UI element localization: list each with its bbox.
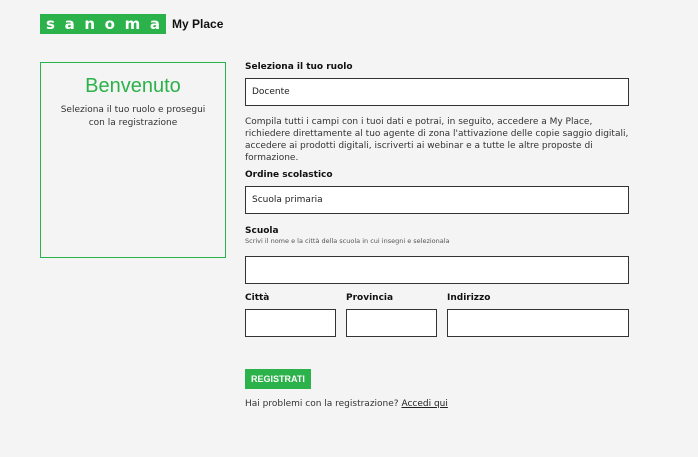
school-hint: Scrivi il nome e la città della scuola i… [245,237,450,245]
province-group: Provincia [346,293,437,337]
location-row: Città Provincia Indirizzo [245,293,629,337]
order-label: Ordine scolastico [245,170,333,180]
school-input[interactable] [245,256,629,284]
help-text: Hai problemi con la registrazione? [245,399,399,409]
address-group: Indirizzo [447,293,629,337]
order-select[interactable]: Scuola primaria [245,186,629,214]
logo-letter: a [149,15,160,33]
logo-letter: a [64,15,75,33]
province-input[interactable] [346,309,437,337]
logo-suffix: My Place [172,17,224,31]
help-line: Hai problemi con la registrazione? Acced… [245,399,629,409]
city-input[interactable] [245,309,336,337]
help-link[interactable]: Accedi qui [401,399,447,409]
logo-letter: n [84,15,95,33]
info-text: Compila tutti i campi con i tuoi dati e … [245,117,629,163]
address-input[interactable] [447,309,629,337]
logo-letter: o [104,15,115,33]
city-group: Città [245,293,336,337]
welcome-panel: Benvenuto Seleziona il tuo ruolo e prose… [40,62,226,258]
logo-letter: m [124,15,141,33]
school-label: Scuola [245,226,279,236]
sanoma-logo[interactable]: s a n o m a My Place [40,14,223,34]
province-label: Provincia [346,293,394,303]
registration-form: Seleziona il tuo ruolo Docente Compila t… [245,62,629,409]
address-label: Indirizzo [447,293,491,303]
submit-wrap: REGISTRATI [245,367,629,389]
welcome-subtitle: Seleziona il tuo ruolo e prosegui con la… [60,105,206,128]
city-label: Città [245,293,270,303]
role-select[interactable]: Docente [245,78,629,106]
welcome-title: Benvenuto [85,75,181,97]
register-button[interactable]: REGISTRATI [245,369,311,389]
role-label: Seleziona il tuo ruolo [245,62,353,72]
logo-letter: s [46,15,55,33]
logo-mark: s a n o m a [40,14,166,34]
